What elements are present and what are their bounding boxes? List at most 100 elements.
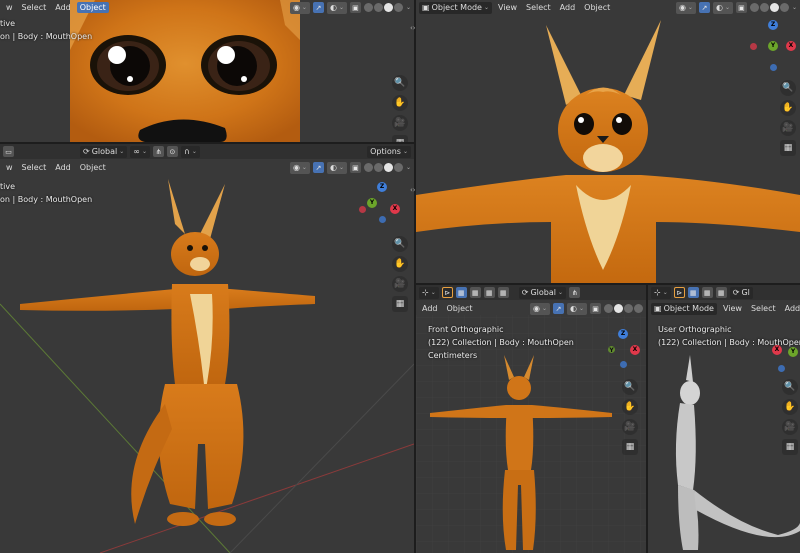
xray-icon[interactable]: ▣ [349, 2, 361, 13]
area-split-arrow-icon[interactable]: ‹› [410, 24, 416, 32]
xray-icon[interactable]: ▣ [349, 162, 361, 173]
axis-x[interactable]: X [772, 345, 782, 355]
axis-neg-z[interactable] [770, 64, 777, 71]
zoom-icon[interactable]: 🔍 [782, 379, 798, 395]
grid-icon[interactable]: ▦ [392, 135, 408, 142]
select-box-icon[interactable]: ▭ [3, 146, 14, 157]
gizmo-icon[interactable]: ↗ [552, 303, 564, 314]
move-icon[interactable]: ▦ [455, 287, 467, 298]
overlay-icon[interactable]: ◐ ⌄ [326, 1, 347, 14]
axis-neg-x[interactable] [750, 43, 757, 50]
cursor-icon[interactable]: ⊹ ⌄ [419, 286, 439, 299]
area-split-arrow-icon[interactable]: ‹› [410, 186, 416, 194]
mode-dropdown[interactable]: ▣ Object Mode [651, 302, 717, 315]
navigation-gizmo[interactable]: Z Y X [358, 182, 408, 224]
axis-x[interactable]: X [630, 345, 640, 355]
hand-icon[interactable]: ✋ [780, 100, 796, 116]
menu-view[interactable]: View [495, 2, 520, 13]
menu-add[interactable]: Add [557, 2, 579, 13]
proportional-icon[interactable]: ⊙ [166, 146, 178, 157]
grid-icon[interactable]: ▦ [780, 140, 796, 156]
axis-z[interactable]: Z [618, 329, 628, 339]
xray-icon[interactable]: ▣ [590, 303, 601, 314]
menu-object[interactable]: Object [581, 2, 613, 13]
falloff-icon[interactable]: ∩ ⌄ [180, 145, 200, 158]
axis-y[interactable]: Y [608, 346, 615, 354]
move-icon[interactable]: ▦ [687, 287, 699, 298]
shading-material-icon[interactable] [624, 304, 633, 313]
shading-material-icon[interactable] [383, 163, 393, 172]
zoom-icon[interactable]: 🔍 [392, 75, 408, 91]
shading-modes[interactable] [604, 304, 643, 313]
axis-neg-z[interactable] [620, 361, 627, 368]
shading-material-icon[interactable] [769, 3, 779, 12]
menu-object[interactable]: Object [76, 2, 109, 13]
rotate-icon[interactable]: ▦ [701, 287, 713, 298]
axis-z[interactable]: Z [377, 182, 387, 192]
transform-icon[interactable]: ▦ [497, 287, 509, 298]
axis-y[interactable]: Y [788, 347, 798, 357]
menu-select[interactable]: Select [19, 2, 50, 13]
options-dropdown[interactable]: Options ⌄ [367, 145, 411, 158]
menu-select[interactable]: Select [19, 162, 50, 173]
magnet-icon[interactable]: ⋔ [152, 146, 164, 157]
menu-add[interactable]: Add [782, 303, 800, 314]
pivot-icon[interactable]: ∞ ⌄ [130, 145, 150, 158]
shading-solid-icon[interactable] [759, 3, 769, 12]
shading-render-icon[interactable] [393, 163, 403, 172]
mode-dropdown[interactable]: ▣ Object Mode ⌄ [419, 1, 492, 14]
menu-add[interactable]: Add [52, 162, 74, 173]
grid-icon[interactable]: ▦ [392, 296, 408, 312]
shading-modes[interactable] [749, 3, 789, 12]
viewport-top-right[interactable]: ▣ Object Mode ⌄ View Select Add Object ◉ ⌄… [416, 0, 800, 283]
axis-neg-z[interactable] [778, 365, 785, 372]
viewport-top-left[interactable]: w Select Add Object ◉ ⌄ ↗ ◐ ⌄ ▣ ⌄ tive on … [0, 0, 414, 142]
camera-icon[interactable]: 🎥 [392, 276, 408, 292]
menu-view[interactable]: View [720, 303, 745, 314]
cursor-icon[interactable]: ⊹ ⌄ [651, 286, 671, 299]
magnet-icon[interactable]: ⋔ [569, 287, 580, 298]
menu-add[interactable]: Add [419, 303, 441, 314]
viewport-mid-left[interactable]: ▭ ⟳ Global ⌄ ∞ ⌄ ⋔ ⊙ ∩ ⌄ Options ⌄ w Select … [0, 144, 414, 553]
gizmo-icon[interactable]: ↗ [312, 162, 324, 173]
shading-solid-icon[interactable] [614, 304, 623, 313]
shading-material-icon[interactable] [383, 3, 393, 12]
shading-solid-icon[interactable] [373, 3, 383, 12]
menu-view[interactable]: w [3, 2, 16, 13]
axis-neg-z[interactable] [379, 216, 386, 223]
gizmo-icon[interactable]: ↗ [698, 2, 710, 13]
eye-icon[interactable]: ◉ ⌄ [289, 1, 310, 14]
menu-object[interactable]: Object [77, 162, 109, 173]
menu-view[interactable]: w [3, 162, 16, 173]
hand-icon[interactable]: ✋ [392, 95, 408, 111]
overlay-icon[interactable]: ◐ ⌄ [566, 302, 587, 315]
shading-modes[interactable] [363, 3, 403, 12]
grid-icon[interactable]: ▦ [782, 439, 798, 455]
axis-y[interactable]: Y [768, 41, 778, 51]
axis-x[interactable]: X [786, 41, 796, 51]
zoom-icon[interactable]: 🔍 [392, 236, 408, 252]
camera-icon[interactable]: 🎥 [782, 419, 798, 435]
hand-icon[interactable]: ✋ [622, 399, 638, 415]
hand-icon[interactable]: ✋ [782, 399, 798, 415]
eye-icon[interactable]: ◉ ⌄ [675, 1, 696, 14]
axis-z[interactable]: Z [768, 20, 778, 30]
camera-icon[interactable]: 🎥 [392, 115, 408, 131]
zoom-icon[interactable]: 🔍 [622, 379, 638, 395]
eye-icon[interactable]: ◉ ⌄ [529, 302, 550, 315]
gizmo-icon[interactable]: ↗ [312, 2, 324, 13]
grid-icon[interactable]: ▦ [622, 439, 638, 455]
hand-icon[interactable]: ✋ [392, 256, 408, 272]
scale-icon[interactable]: ▦ [483, 287, 495, 298]
xray-icon[interactable]: ▣ [735, 2, 747, 13]
overlay-icon[interactable]: ◐ ⌄ [326, 161, 347, 174]
viewport-user-orthographic[interactable]: ⊹ ⌄ ⊳ ▦ ▦ ▦ ⟳ Gl ▣ Object Mode View Selec… [648, 285, 800, 553]
menu-add[interactable]: Add [52, 2, 74, 13]
eye-icon[interactable]: ◉ ⌄ [289, 161, 310, 174]
shading-solid-icon[interactable] [373, 163, 383, 172]
transform-orientation-dropdown[interactable]: ⟳ Gl [729, 286, 753, 299]
shading-wire-icon[interactable] [604, 304, 613, 313]
navigation-gizmo[interactable]: Z Y X [604, 329, 644, 369]
viewport-front-orthographic[interactable]: ⊹ ⌄ ⊳ ▦ ▦ ▦ ▦ ⟳ Global ⌄ ⋔ Add Object ◉ ⌄ ↗… [416, 285, 646, 553]
shading-modes[interactable] [363, 163, 403, 172]
